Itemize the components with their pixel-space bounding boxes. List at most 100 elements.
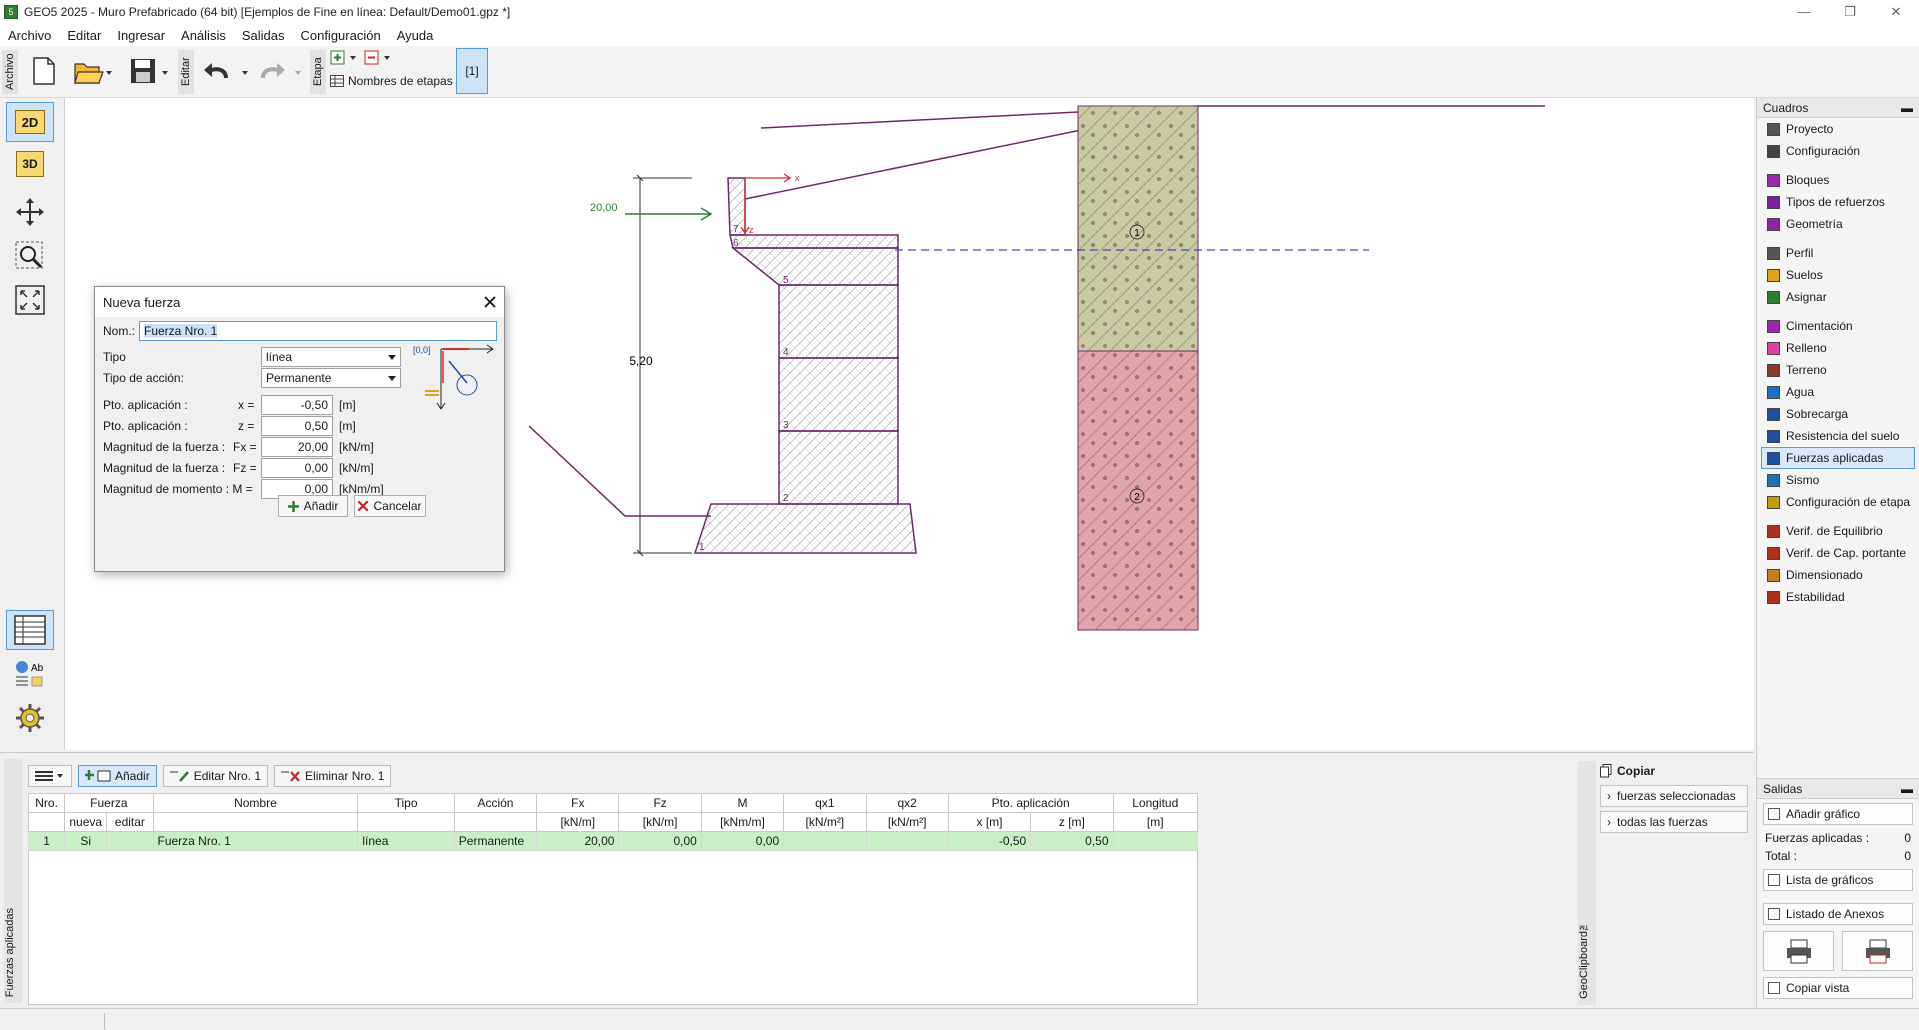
remove-stage-icon[interactable] xyxy=(364,50,392,66)
redo-button[interactable] xyxy=(256,52,306,90)
view-2d-button[interactable]: 2D xyxy=(6,102,54,142)
frame-item-label: Tipos de refuerzos xyxy=(1786,195,1885,209)
forces-count-value: 0 xyxy=(1904,831,1911,845)
add-stage-icon[interactable] xyxy=(330,50,358,66)
stage-names-button[interactable]: Nombres de etapas xyxy=(330,74,453,88)
frame-item-equilibrium[interactable]: Verif. de Equilibrio xyxy=(1757,520,1919,542)
forces-icon xyxy=(1767,451,1780,465)
print-button[interactable] xyxy=(1763,931,1834,971)
edit-pencil-icon xyxy=(169,771,189,782)
soil-layer-2 xyxy=(1077,350,1199,631)
menu-salidas[interactable]: Salidas xyxy=(234,28,293,43)
fz-input[interactable]: 0,00 xyxy=(261,458,333,478)
menu-ingresar[interactable]: Ingresar xyxy=(109,28,173,43)
title-bar: 5 GEO5 2025 - Muro Prefabricado (64 bit)… xyxy=(0,0,1919,24)
list-view-dropdown[interactable] xyxy=(28,765,72,787)
sign-convention-diagram: [0,0] xyxy=(413,344,494,410)
menu-configuracion[interactable]: Configuración xyxy=(292,28,388,43)
point-z-input[interactable]: 0,50 xyxy=(261,416,333,436)
collapse-icon[interactable]: ▬ xyxy=(1901,101,1913,115)
dialog-close-icon[interactable] xyxy=(484,296,496,308)
close-button[interactable]: ✕ xyxy=(1873,0,1919,24)
new-force-dialog: Nueva fuerza Nom.: Fuerza Nro. 1 Tipo lí… xyxy=(94,286,505,572)
menu-editar[interactable]: Editar xyxy=(59,28,109,43)
legend-button[interactable]: Ab xyxy=(6,654,54,694)
restore-button[interactable]: ❐ xyxy=(1827,0,1873,24)
copy-view-button[interactable]: Copiar vista xyxy=(1763,977,1913,999)
frame-item-label: Dimensionado xyxy=(1786,568,1863,582)
frame-item-foundation[interactable]: Cimentación xyxy=(1757,315,1919,337)
delete-row-button[interactable]: Eliminar Nro. 1 xyxy=(274,765,392,787)
table-view-button[interactable] xyxy=(6,610,54,650)
move-arrows-icon xyxy=(16,198,44,226)
frame-item-forces[interactable]: Fuerzas aplicadas xyxy=(1761,447,1915,469)
settings-button[interactable] xyxy=(6,698,54,738)
frame-item-water[interactable]: Agua xyxy=(1757,381,1919,403)
add-button-label: Añadir xyxy=(303,499,339,513)
frame-item-gear[interactable]: Configuración xyxy=(1757,140,1919,162)
zoom-button[interactable] xyxy=(6,236,54,276)
menu-archivo[interactable]: Archivo xyxy=(0,28,59,43)
status-bar xyxy=(0,1008,1919,1030)
collapse-icon[interactable]: ▬ xyxy=(1901,782,1913,796)
geoclipboard-tab[interactable]: GeoClipboard™ xyxy=(1578,761,1596,1005)
frame-item-geometry[interactable]: Geometría xyxy=(1757,213,1919,235)
frame-item-profile[interactable]: Perfil xyxy=(1757,242,1919,264)
assign-icon xyxy=(1767,290,1780,304)
frame-item-terrain[interactable]: Terreno xyxy=(1757,359,1919,381)
frame-item-soils[interactable]: Suelos xyxy=(1757,264,1919,286)
cancel-button[interactable]: Cancelar xyxy=(354,495,426,517)
name-input[interactable]: Fuerza Nro. 1 xyxy=(139,321,497,341)
cell-editar xyxy=(106,831,154,851)
print-preview-button[interactable] xyxy=(1842,931,1913,971)
col-sub-m-unit: [kNm/m] xyxy=(700,812,785,832)
equilibrium-icon xyxy=(1767,524,1780,538)
menu-ayuda[interactable]: Ayuda xyxy=(389,28,442,43)
edit-row-button[interactable]: Editar Nro. 1 xyxy=(162,765,269,787)
action-select[interactable]: Permanente xyxy=(261,368,401,388)
table-add-button[interactable]: Añadir xyxy=(78,765,157,787)
edit-row-label: Editar Nro. 1 xyxy=(193,769,262,783)
open-file-button[interactable] xyxy=(68,52,116,90)
frame-item-backfill[interactable]: Relleno xyxy=(1757,337,1919,359)
copy-selected-button[interactable]: › fuerzas seleccionadas xyxy=(1600,785,1748,807)
backfill-icon xyxy=(1767,341,1780,355)
minimize-button[interactable]: — xyxy=(1781,0,1827,24)
fx-input[interactable]: 20,00 xyxy=(261,437,333,457)
add-graph-button[interactable]: Añadir gráfico xyxy=(1763,803,1913,825)
undo-button[interactable] xyxy=(200,52,252,90)
fit-view-button[interactable] xyxy=(6,280,54,320)
annex-list-button[interactable]: Listado de Anexos xyxy=(1763,903,1913,925)
frame-item-doc[interactable]: Proyecto xyxy=(1757,118,1919,140)
type-select[interactable]: línea xyxy=(261,347,401,367)
dimension-icon xyxy=(1767,568,1780,582)
frame-item-stability[interactable]: Estabilidad xyxy=(1757,586,1919,608)
frame-item-earthquake[interactable]: Sismo xyxy=(1757,469,1919,491)
add-button[interactable]: Añadir xyxy=(278,495,348,517)
pan-button[interactable] xyxy=(6,192,54,232)
frame-item-reinforcement[interactable]: Tipos de refuerzos xyxy=(1757,191,1919,213)
window-title: GEO5 2025 - Muro Prefabricado (64 bit) [… xyxy=(24,5,511,19)
point-x-input[interactable]: -0,50 xyxy=(261,395,333,415)
frame-item-stage-settings[interactable]: Configuración de etapa xyxy=(1757,491,1919,513)
applied-forces-tab[interactable]: Fuerzas aplicadas xyxy=(4,759,22,1003)
menu-analisis[interactable]: Análisis xyxy=(173,28,234,43)
copy-header: Copiar xyxy=(1600,761,1748,781)
point-x-unit: [m] xyxy=(339,398,356,412)
stability-icon xyxy=(1767,590,1780,604)
frame-item-dimension[interactable]: Dimensionado xyxy=(1757,564,1919,586)
frame-item-blocks[interactable]: Bloques xyxy=(1757,169,1919,191)
stage-1-button[interactable]: [1] xyxy=(456,48,488,94)
view-3d-button[interactable]: 3D xyxy=(6,144,54,184)
frame-item-assign[interactable]: Asignar xyxy=(1757,286,1919,308)
new-file-button[interactable] xyxy=(26,52,62,90)
frame-item-resistance[interactable]: Resistencia del suelo xyxy=(1757,425,1919,447)
frame-item-surcharge[interactable]: Sobrecarga xyxy=(1757,403,1919,425)
graph-list-button[interactable]: Lista de gráficos xyxy=(1763,869,1913,891)
frame-item-bearing[interactable]: Verif. de Cap. portante xyxy=(1757,542,1919,564)
action-label: Tipo de acción: xyxy=(103,371,184,385)
save-file-button[interactable] xyxy=(124,52,172,90)
copy-all-button[interactable]: › todas las fuerzas xyxy=(1600,811,1748,833)
x-icon xyxy=(358,501,369,511)
table-row[interactable]: 1 Si Fuerza Nro. 1 línea Permanente 20,0… xyxy=(27,831,1199,851)
